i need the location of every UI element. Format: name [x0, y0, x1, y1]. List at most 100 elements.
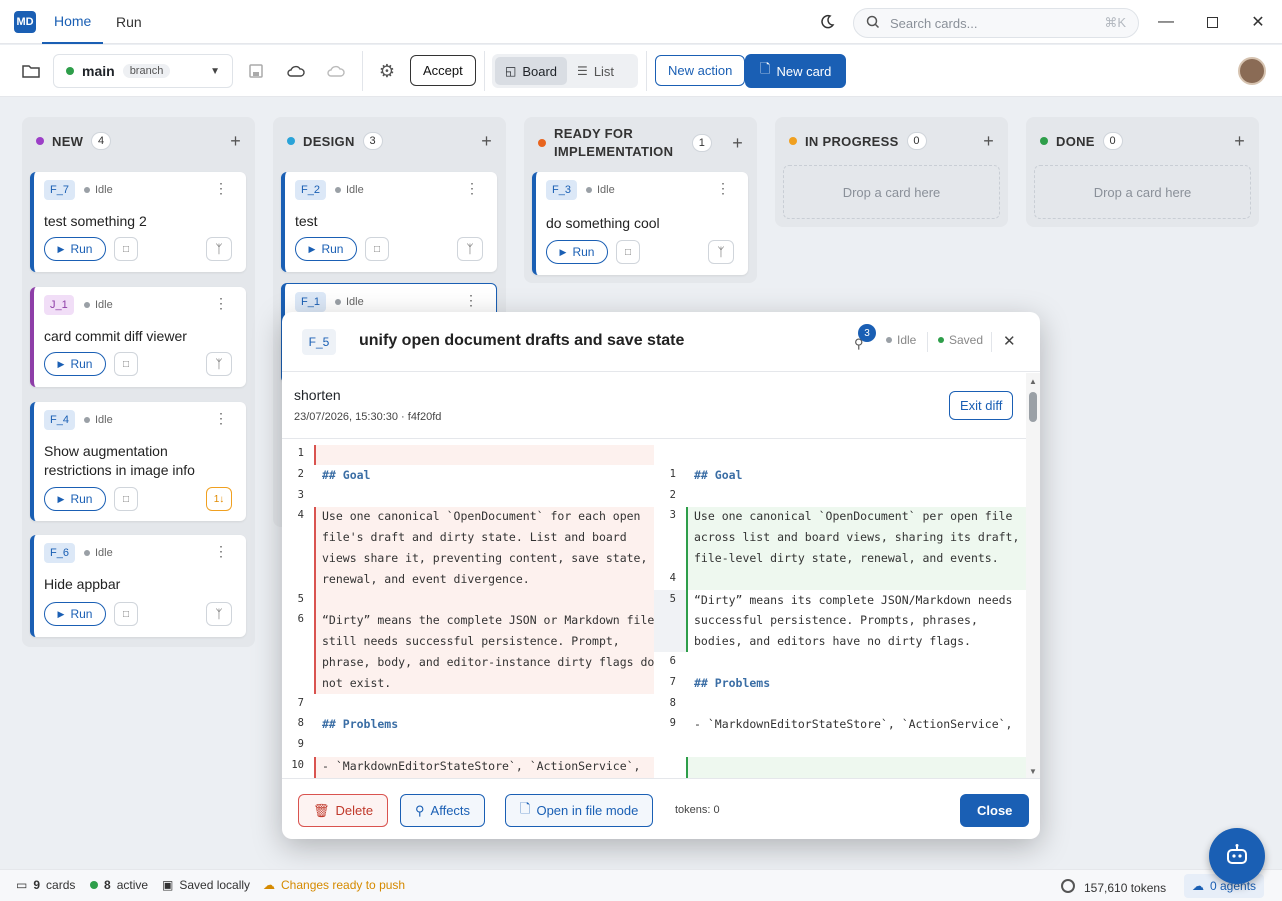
tab-run[interactable]: Run	[104, 0, 154, 44]
add-card-icon[interactable]: +	[1234, 131, 1245, 152]
tab-home[interactable]: Home	[42, 0, 104, 44]
diff-line-text: Use one canonical `OpenDocument` per ope…	[694, 509, 1013, 524]
document-icon[interactable]: □	[114, 352, 138, 376]
branch-icon[interactable]: ᛉ	[206, 237, 232, 261]
more-icon[interactable]: ⋮	[214, 543, 228, 560]
card[interactable]: F_7 Idle ⋮ test something 2 ▶ Run □ ᛉ	[30, 172, 246, 272]
diff-line-number: 1	[669, 467, 676, 480]
diff-line-number: 8	[297, 717, 304, 730]
dark-mode-icon[interactable]	[818, 13, 836, 34]
run-button[interactable]: ▶ Run	[44, 237, 106, 261]
branch-icon[interactable]: ᛉ	[206, 602, 232, 626]
run-button[interactable]: ▶ Run	[44, 352, 106, 376]
add-card-icon[interactable]: +	[983, 131, 994, 152]
column-count: 1	[692, 134, 712, 152]
document-icon[interactable]: □	[114, 602, 138, 626]
column-color-dot	[36, 137, 44, 145]
folder-icon[interactable]	[17, 57, 45, 85]
card[interactable]: F_4 Idle ⋮ Show augmentation restriction…	[30, 402, 246, 521]
branch-icon[interactable]: ᛉ	[206, 352, 232, 376]
pending-commits-badge[interactable]: 1 ↓	[206, 487, 232, 511]
run-button[interactable]: ▶ Run	[44, 602, 106, 626]
more-icon[interactable]: ⋮	[465, 180, 479, 197]
play-icon: ▶	[57, 608, 65, 619]
cloud-upload-icon[interactable]	[282, 57, 310, 85]
document-icon[interactable]: □	[616, 240, 640, 264]
cloud-sync-icon[interactable]	[322, 57, 350, 85]
add-card-icon[interactable]: +	[481, 131, 492, 152]
more-icon[interactable]: ⋮	[716, 180, 730, 197]
document-icon[interactable]: □	[114, 487, 138, 511]
card-id: F_2	[295, 180, 326, 200]
diff-line-number: 2	[669, 488, 676, 501]
commit-meta: 23/07/2026, 15:30:30 · f4f20fd	[294, 411, 442, 423]
disk-icon: ▣	[162, 878, 174, 892]
new-action-button[interactable]: New action	[655, 55, 746, 86]
active-count: 8 active	[90, 878, 148, 892]
view-list-button[interactable]: ☰ List	[567, 57, 624, 85]
user-avatar[interactable]	[1238, 57, 1266, 85]
search-icon	[866, 15, 880, 32]
diff-line-number: 9	[669, 717, 676, 730]
assistant-robot-button[interactable]	[1209, 828, 1265, 884]
diff-line-text: views share it, preventing content, save…	[322, 551, 648, 565]
new-card-button[interactable]: 🗋 New card	[745, 54, 847, 88]
list-icon: ☰	[577, 64, 588, 78]
card[interactable]: F_6 Idle ⋮ Hide appbar ▶ Run □ ᛉ	[30, 535, 246, 637]
token-usage: 157,610 tokens	[1060, 878, 1166, 897]
card[interactable]: F_3 Idle ⋮ do something cool ▶ Run □ ᛉ	[532, 172, 748, 275]
diff-line-number: 4	[669, 571, 676, 584]
play-icon: ▶	[57, 493, 65, 504]
run-button[interactable]: ▶ Run	[295, 237, 357, 261]
settings-gear-icon[interactable]: ⚙	[373, 57, 401, 85]
diff-viewer: 1 2 ## Goal 3 4 Use one canonical `OpenDocume…	[282, 440, 1026, 778]
close-button[interactable]: Close	[960, 794, 1030, 827]
card-status: Idle	[84, 299, 113, 311]
add-card-icon[interactable]: +	[230, 131, 241, 152]
drop-zone[interactable]: Drop a card here	[1034, 165, 1251, 219]
branch-selector[interactable]: main branch ▼	[53, 54, 233, 88]
new-card-label: New card	[776, 63, 832, 79]
document-icon[interactable]: □	[114, 237, 138, 261]
close-window-icon[interactable]: ✕	[1246, 10, 1270, 34]
search-input[interactable]: Search cards... ⌘K	[853, 8, 1139, 38]
close-dialog-icon[interactable]: ✕	[1003, 332, 1016, 350]
more-icon[interactable]: ⋮	[214, 295, 228, 312]
card-status: Idle	[586, 184, 615, 196]
save-icon[interactable]	[242, 57, 270, 85]
card[interactable]: F_2 Idle ⋮ test ▶ Run □ ᛉ	[281, 172, 497, 272]
diff-line-number: 7	[669, 675, 676, 688]
column-header: NEW 4 +	[22, 117, 255, 165]
card-title: do something cool	[546, 215, 660, 231]
minimize-icon[interactable]: —	[1154, 10, 1178, 34]
branch-icon[interactable]: ᛉ	[708, 240, 734, 264]
branch-icon[interactable]: ᛉ	[457, 237, 483, 261]
diff-line-number: 9	[297, 738, 304, 751]
run-button[interactable]: ▶ Run	[44, 487, 106, 511]
play-icon: ▶	[559, 246, 567, 257]
run-button[interactable]: ▶ Run	[546, 240, 608, 264]
card-status: Idle	[335, 184, 364, 196]
view-board-button[interactable]: ◱ Board	[495, 57, 568, 85]
card-detail-dialog: F_5 unify open document drafts and save …	[282, 312, 1040, 839]
column-title: DESIGN	[303, 133, 355, 149]
add-card-icon[interactable]: +	[732, 134, 743, 152]
scrollbar[interactable]: ▲ ▼	[1026, 373, 1040, 778]
agent-icon: ☁	[1192, 879, 1204, 893]
accept-button[interactable]: Accept	[410, 55, 476, 86]
more-icon[interactable]: ⋮	[464, 292, 478, 309]
affects-button[interactable]: ⚲ Affects	[400, 794, 486, 827]
changes-ready[interactable]: ☁ Changes ready to push	[263, 878, 405, 892]
card-title: Show augmentation restrictions in image …	[44, 443, 195, 478]
diff-line-text: across list and board views, sharing its…	[694, 530, 1020, 545]
card[interactable]: J_1 Idle ⋮ card commit diff viewer ▶ Run …	[30, 287, 246, 387]
exit-diff-button[interactable]: Exit diff	[949, 391, 1014, 420]
card-id: F_3	[546, 180, 577, 200]
drop-zone[interactable]: Drop a card here	[783, 165, 1000, 219]
maximize-icon[interactable]	[1200, 10, 1224, 34]
open-in-file-mode-button[interactable]: 🗋 Open in file mode	[505, 794, 654, 827]
document-icon[interactable]: □	[365, 237, 389, 261]
more-icon[interactable]: ⋮	[214, 180, 228, 197]
more-icon[interactable]: ⋮	[214, 410, 228, 427]
delete-button[interactable]: 🗑 Delete	[298, 794, 389, 827]
